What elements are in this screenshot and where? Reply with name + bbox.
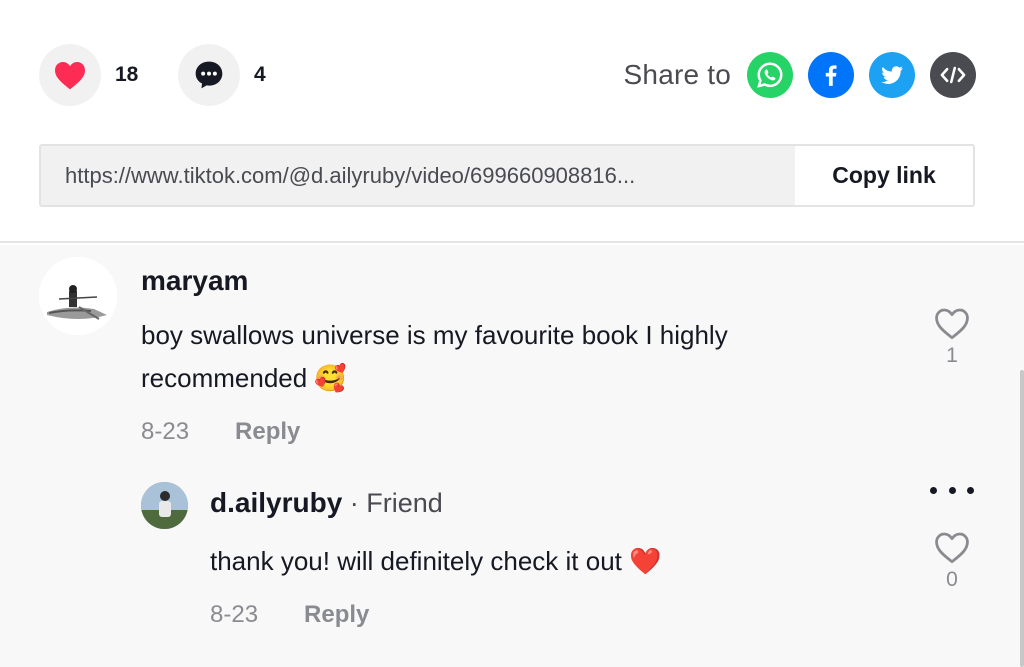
more-dot-icon (948, 486, 956, 494)
friend-badge: · Friend (342, 488, 443, 518)
link-bar: https://www.tiktok.com/@d.ailyruby/video… (39, 144, 975, 207)
heart-outline-icon (935, 308, 969, 340)
comment-text: boy swallows universe is my favourite bo… (141, 320, 728, 393)
facebook-icon (825, 65, 837, 86)
more-dot-icon (930, 486, 937, 494)
comment-date: 8-23 (141, 418, 190, 445)
share-facebook-button[interactable] (808, 52, 854, 98)
comment-reply-button[interactable]: Reply (235, 418, 300, 446)
reply-date: 8-23 (210, 601, 259, 628)
comments-section (0, 245, 1024, 667)
share-bar: Share to (624, 52, 976, 98)
comment-count: 4 (254, 63, 266, 86)
reply-avatar[interactable] (141, 482, 188, 529)
whatsapp-icon (757, 62, 783, 88)
video-link-text[interactable]: https://www.tiktok.com/@d.ailyruby/video… (41, 146, 795, 205)
copy-link-button[interactable]: Copy link (795, 146, 973, 205)
heart-filled-icon (55, 62, 85, 90)
share-embed-button[interactable] (930, 52, 976, 98)
reply-username[interactable]: d.ailyruby (210, 487, 342, 518)
reply-like-button[interactable]: 0 (932, 530, 972, 592)
more-dot-icon (967, 486, 974, 494)
like-count: 18 (115, 63, 139, 86)
comment-meta: 8-23 Reply (141, 418, 300, 446)
embed-code-icon (940, 66, 966, 84)
heart-outline-icon (935, 532, 969, 564)
comment-button[interactable] (178, 44, 240, 106)
scrollbar[interactable] (1020, 370, 1024, 667)
reply-avatar-image-icon (141, 482, 188, 529)
share-whatsapp-button[interactable] (747, 52, 793, 98)
avatar-image-icon (39, 257, 117, 335)
reply-text: thank you! will definitely check it out … (210, 546, 662, 576)
comment-username[interactable]: maryam (141, 265, 248, 297)
share-twitter-button[interactable] (869, 52, 915, 98)
more-options-button[interactable] (930, 480, 974, 500)
comment-like-button[interactable]: 1 (932, 306, 972, 368)
reply-header: d.ailyruby · Friend (210, 487, 443, 519)
like-button[interactable] (39, 44, 101, 106)
like-group: 18 (39, 44, 138, 106)
avatar[interactable] (39, 257, 117, 335)
comment-group: 4 (178, 44, 266, 106)
reply-meta: 8-23 Reply (210, 601, 369, 629)
reply-like-count: 0 (946, 568, 958, 591)
twitter-icon (881, 66, 903, 84)
reply-reply-button[interactable]: Reply (304, 601, 369, 629)
share-label: Share to (623, 59, 731, 90)
comment-like-count: 1 (946, 344, 958, 367)
comment-bubble-icon (195, 61, 223, 89)
video-actions-panel: 18 4 Share to https://www.tiktok.com/@d.… (0, 0, 1024, 243)
